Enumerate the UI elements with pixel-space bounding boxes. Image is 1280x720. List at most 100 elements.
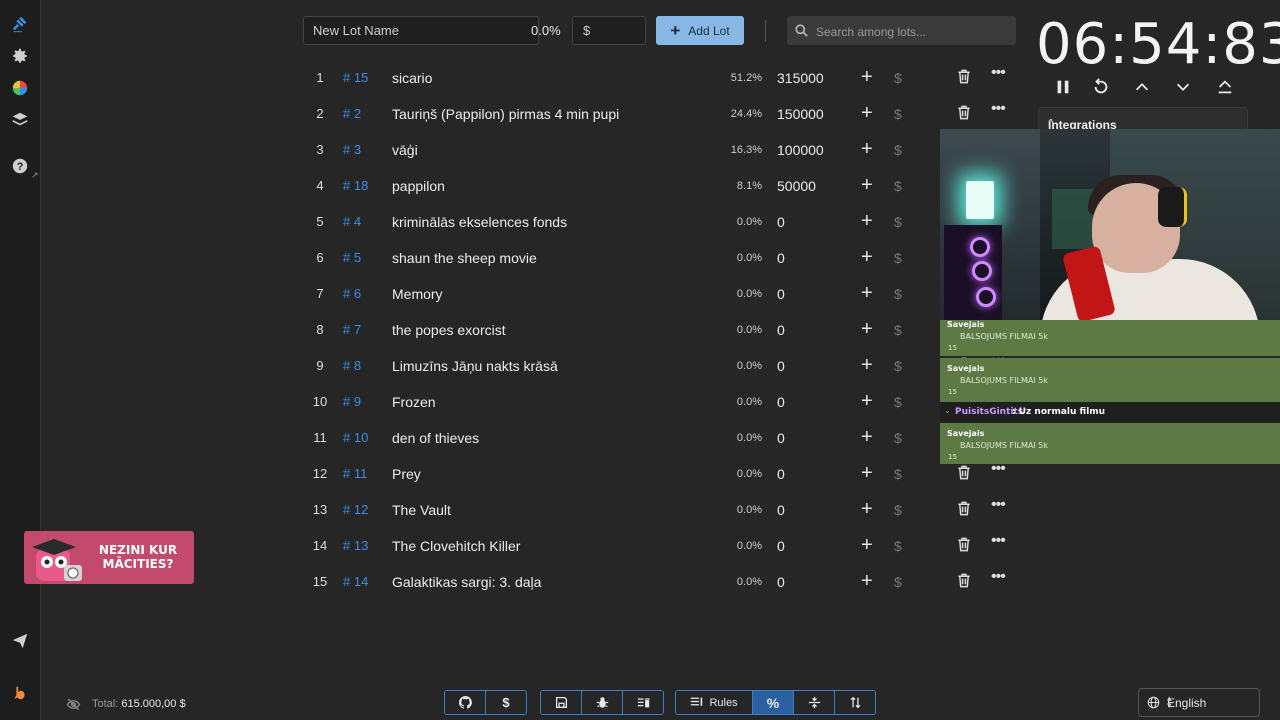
save-icon[interactable] bbox=[541, 691, 582, 714]
more-options-icon[interactable]: ••• bbox=[991, 532, 1006, 550]
restart-icon[interactable] bbox=[1090, 76, 1112, 98]
lot-id-link[interactable]: # 11 bbox=[343, 466, 367, 481]
lot-name[interactable]: the popes exorcist bbox=[392, 322, 506, 338]
lot-id-link[interactable]: # 12 bbox=[343, 502, 368, 517]
gear-icon[interactable] bbox=[9, 45, 31, 67]
add-amount-icon[interactable]: + bbox=[861, 175, 873, 195]
lot-row[interactable]: 2 # 2 Tauriņš (Pappilon) pirmas 4 min pupi… bbox=[305, 96, 1017, 132]
lot-id-link[interactable]: # 13 bbox=[343, 538, 368, 553]
send-icon[interactable] bbox=[9, 630, 31, 652]
lot-id-link[interactable]: # 5 bbox=[343, 250, 361, 265]
lot-id-link[interactable]: # 4 bbox=[343, 214, 361, 229]
add-amount-icon[interactable]: + bbox=[861, 571, 873, 591]
lot-id-link[interactable]: # 2 bbox=[343, 106, 361, 121]
trash-icon[interactable] bbox=[957, 573, 971, 591]
dollar-icon[interactable]: $ bbox=[894, 358, 902, 374]
dollar-icon[interactable]: $ bbox=[894, 70, 902, 86]
dollar-icon[interactable]: $ bbox=[894, 502, 902, 518]
trash-icon[interactable] bbox=[957, 105, 971, 123]
layers-icon[interactable] bbox=[9, 109, 31, 131]
add-lot-button[interactable]: + Add Lot bbox=[656, 16, 744, 45]
lot-row[interactable]: 8# 7the popes exorcist0.0%0+$••• bbox=[305, 312, 1017, 348]
lot-name[interactable]: den of thieves bbox=[392, 430, 479, 446]
lot-amount[interactable]: 315000 bbox=[777, 70, 824, 86]
lot-row[interactable]: 5# 4kriminālās ekselences fonds0.0%0+$••… bbox=[305, 204, 1017, 240]
lot-row[interactable]: 13 # 12 The Vault 0.0% 0 + $ ••• bbox=[305, 492, 1017, 528]
lot-amount[interactable]: 150000 bbox=[777, 106, 824, 122]
lot-name[interactable]: Limuzīns Jāņu nakts krāsā bbox=[392, 358, 558, 374]
eye-off-icon[interactable] bbox=[66, 697, 81, 715]
lot-name[interactable]: Memory bbox=[392, 286, 443, 302]
more-options-icon[interactable]: ••• bbox=[991, 64, 1006, 82]
lot-name[interactable]: Galaktikas sargi: 3. daļa bbox=[392, 574, 541, 590]
pause-icon[interactable] bbox=[1052, 76, 1074, 98]
trash-icon[interactable] bbox=[957, 465, 971, 483]
add-amount-icon[interactable]: + bbox=[861, 463, 873, 483]
dollar-icon[interactable]: $ bbox=[894, 322, 902, 338]
lot-amount[interactable]: 0 bbox=[777, 574, 785, 590]
language-select[interactable]: English ▴ ▾ bbox=[1138, 688, 1260, 717]
add-amount-icon[interactable]: + bbox=[861, 139, 873, 159]
add-amount-icon[interactable]: + bbox=[861, 103, 873, 123]
lot-amount[interactable]: 0 bbox=[777, 538, 785, 554]
lot-row[interactable]: 12 # 11 Prey 0.0% 0 + $ ••• bbox=[305, 456, 1017, 492]
more-options-icon[interactable]: ••• bbox=[991, 100, 1006, 118]
add-amount-icon[interactable]: + bbox=[861, 499, 873, 519]
add-amount-icon[interactable]: + bbox=[861, 319, 873, 339]
lot-row[interactable]: 1 # 15 sicario 51.2% 315000 + $ ••• bbox=[305, 60, 1017, 96]
search-box[interactable] bbox=[787, 16, 1016, 47]
add-amount-icon[interactable]: + bbox=[861, 355, 873, 375]
lot-name[interactable]: sicario bbox=[392, 70, 432, 86]
lot-amount[interactable]: 0 bbox=[777, 286, 785, 302]
add-amount-icon[interactable]: + bbox=[861, 535, 873, 555]
trash-icon[interactable] bbox=[957, 501, 971, 519]
arrow-down-icon[interactable] bbox=[1172, 76, 1194, 98]
dollar-icon[interactable]: $ bbox=[894, 574, 902, 590]
lot-row[interactable]: 6# 5shaun the sheep movie0.0%0+$••• bbox=[305, 240, 1017, 276]
dollar-icon[interactable]: $ bbox=[486, 691, 526, 714]
lot-name[interactable]: Tauriņš (Pappilon) pirmas 4 min pupi bbox=[392, 106, 619, 122]
lot-row[interactable]: 7# 6Memory0.0%0+$••• bbox=[305, 276, 1017, 312]
dollar-icon[interactable]: $ bbox=[894, 466, 902, 482]
sort-icon[interactable] bbox=[835, 691, 875, 714]
dollar-icon[interactable]: $ bbox=[894, 214, 902, 230]
lot-name[interactable]: The Clovehitch Killer bbox=[392, 538, 520, 554]
more-options-icon[interactable]: ••• bbox=[991, 496, 1006, 514]
lot-name[interactable]: kriminālās ekselences fonds bbox=[392, 214, 567, 230]
add-amount-icon[interactable]: + bbox=[861, 67, 873, 87]
lot-amount[interactable]: 0 bbox=[777, 250, 785, 266]
dollar-icon[interactable]: $ bbox=[894, 250, 902, 266]
lot-amount[interactable]: 0 bbox=[777, 214, 785, 230]
dollar-icon[interactable]: $ bbox=[894, 538, 902, 554]
lot-row[interactable]: 14 # 13 The Clovehitch Killer 0.0% 0 + $ ••• bbox=[305, 528, 1017, 564]
add-amount-icon[interactable]: + bbox=[861, 247, 873, 267]
lot-id-link[interactable]: # 8 bbox=[343, 358, 361, 373]
pie-chart-icon[interactable] bbox=[9, 77, 31, 99]
dollar-icon[interactable]: $ bbox=[894, 106, 902, 122]
lot-row[interactable]: 3# 3vāģi16.3%100000+$••• bbox=[305, 132, 1017, 168]
lot-name[interactable]: vāģi bbox=[392, 142, 418, 158]
search-input[interactable] bbox=[814, 16, 1013, 47]
lot-name[interactable]: pappilon bbox=[392, 178, 445, 194]
lot-row[interactable]: 9# 8Limuzīns Jāņu nakts krāsā0.0%0+$••• bbox=[305, 348, 1017, 384]
lot-amount[interactable]: 100000 bbox=[777, 142, 824, 158]
lot-amount[interactable]: 0 bbox=[777, 466, 785, 482]
percent-icon[interactable]: % bbox=[753, 691, 794, 714]
trash-icon[interactable] bbox=[957, 537, 971, 555]
lot-amount[interactable]: 0 bbox=[777, 394, 785, 410]
lot-row[interactable]: 4# 18pappilon8.1%50000+$••• bbox=[305, 168, 1017, 204]
lot-id-link[interactable]: # 14 bbox=[343, 574, 368, 589]
lot-amount[interactable]: 50000 bbox=[777, 178, 816, 194]
add-amount-icon[interactable]: + bbox=[861, 391, 873, 411]
new-lot-name-input[interactable] bbox=[303, 16, 539, 45]
lot-amount[interactable]: 0 bbox=[777, 430, 785, 446]
gavel-icon[interactable] bbox=[9, 13, 31, 35]
trash-icon[interactable] bbox=[957, 69, 971, 87]
skip-up-icon[interactable] bbox=[1214, 76, 1236, 98]
github-icon[interactable] bbox=[445, 691, 486, 714]
lot-name[interactable]: Prey bbox=[392, 466, 421, 482]
lot-amount[interactable]: 0 bbox=[777, 502, 785, 518]
dollar-icon[interactable]: $ bbox=[894, 142, 902, 158]
lot-id-link[interactable]: # 10 bbox=[343, 430, 368, 445]
delete-list-icon[interactable] bbox=[623, 691, 663, 714]
